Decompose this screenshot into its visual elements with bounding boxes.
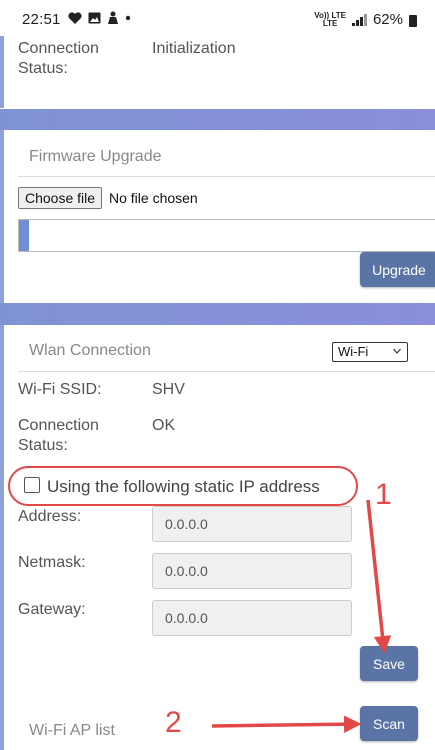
annotation-arrows (211, 499, 392, 733)
arrow-to-scan (211, 715, 362, 733)
arrow-to-save (366, 499, 392, 654)
screen: 22:51 Vo)) LTE LTE 62% Connection Status… (0, 0, 435, 750)
